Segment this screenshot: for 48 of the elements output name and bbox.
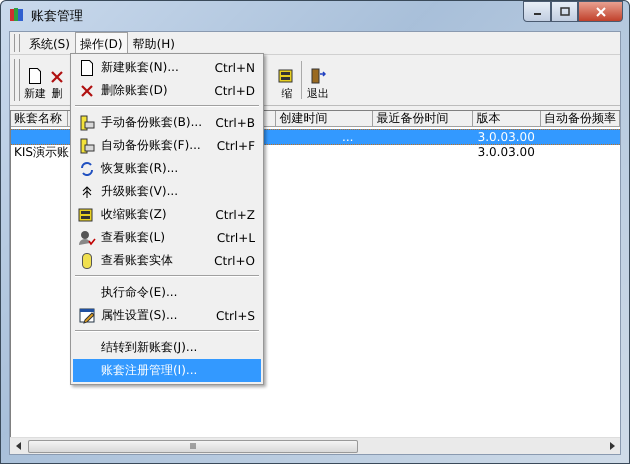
menu-item[interactable]: 属性设置(S)... Ctrl+S xyxy=(73,304,261,327)
menu-item[interactable]: 升级账套(V)... xyxy=(73,180,261,203)
person-check-icon xyxy=(78,230,96,246)
column-header[interactable]: 创建时间 xyxy=(276,111,374,127)
menu-item[interactable]: 新建账套(N)... Ctrl+N xyxy=(73,56,261,79)
scrollbar-thumb[interactable] xyxy=(28,440,358,452)
menu-item[interactable]: 收缩账套(Z) Ctrl+Z xyxy=(73,203,261,226)
column-header[interactable]: 版本 xyxy=(473,111,541,127)
close-icon xyxy=(596,6,606,16)
column-header[interactable]: 自动备份频率 xyxy=(540,111,620,127)
books-icon xyxy=(9,6,25,22)
menu-item[interactable]: 结转到新账套(J)... xyxy=(73,336,261,359)
scroll-left-icon[interactable] xyxy=(16,442,20,450)
menu-item[interactable]: 操作(D) xyxy=(74,32,128,54)
menu-item[interactable]: 自动备份账套(F)... Ctrl+F xyxy=(73,134,261,157)
refresh-icon xyxy=(79,160,95,176)
document-icon xyxy=(28,68,42,84)
minimize-button[interactable] xyxy=(523,1,551,22)
toolbar-button[interactable]: 删 xyxy=(49,55,65,105)
menu-item[interactable]: 执行命令(E)... xyxy=(73,281,261,304)
close-button[interactable] xyxy=(578,1,623,22)
toolbar-button[interactable]: 退出 xyxy=(306,55,330,105)
menu-item[interactable]: 查看账套实体 Ctrl+O xyxy=(73,249,261,272)
table-cell[interactable]: KIS演示账 xyxy=(14,145,70,159)
window-title: 账套管理 xyxy=(31,8,83,24)
close-icon xyxy=(50,70,64,84)
column-header[interactable]: 最近备份时间 xyxy=(373,111,474,127)
toolbar-button[interactable]: 缩 xyxy=(277,55,297,105)
maximize-icon xyxy=(560,7,570,16)
menu-item[interactable]: 删除账套(D) Ctrl+D xyxy=(73,79,261,102)
toolbar-button[interactable]: 新建 xyxy=(23,55,47,105)
menu-item[interactable]: 查看账套(L) Ctrl+L xyxy=(73,226,261,249)
scroll-right-icon[interactable] xyxy=(610,442,614,450)
menu-item[interactable]: 系统(S) xyxy=(24,32,75,54)
table-cell[interactable]: 3.0.03.00 xyxy=(478,145,535,159)
cylinder-icon xyxy=(81,252,93,270)
up-arrow-icon xyxy=(81,184,93,198)
folder-drive-icon xyxy=(79,114,95,130)
form-pencil-icon xyxy=(78,308,96,324)
maximize-button[interactable] xyxy=(551,1,578,22)
close-icon xyxy=(80,84,94,98)
document-icon xyxy=(80,60,94,76)
folder-drive-icon xyxy=(79,138,95,154)
menu-item[interactable]: 恢复账套(R)... xyxy=(73,157,261,180)
column-header[interactable]: 账套名称 xyxy=(11,111,68,127)
menu-item[interactable]: 帮助(H) xyxy=(128,32,180,54)
menu-item[interactable]: 手动备份账套(B)... Ctrl+B xyxy=(73,111,261,134)
exit-door-icon xyxy=(310,68,326,84)
